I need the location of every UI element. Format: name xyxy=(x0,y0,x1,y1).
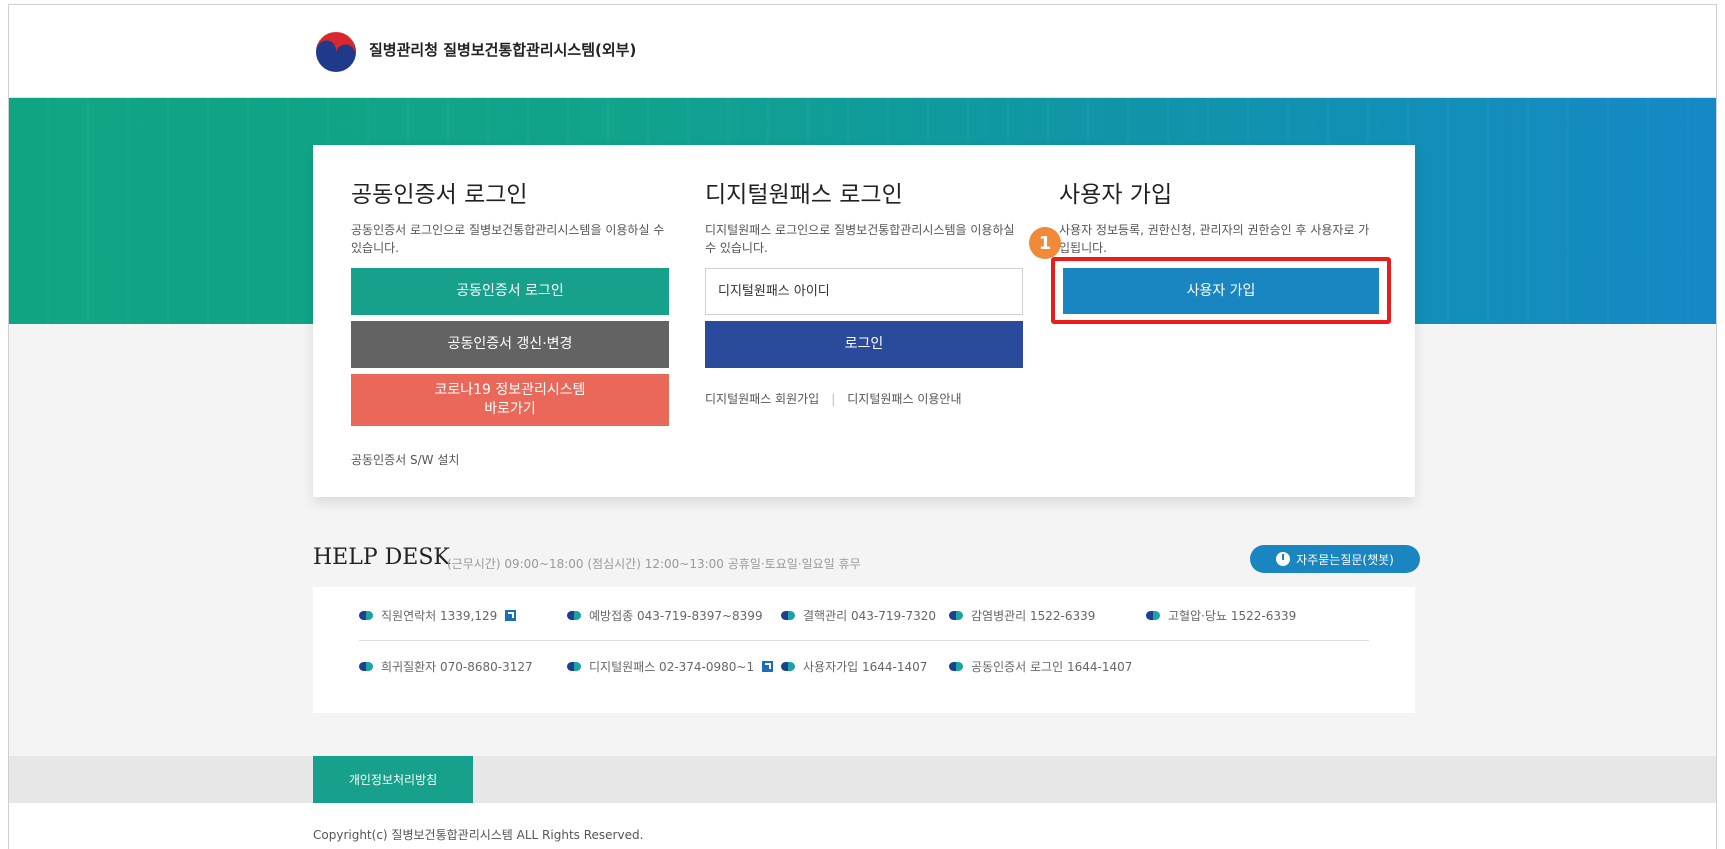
contact-label: 예방접종 043-719-8397~8399 xyxy=(589,609,763,623)
step-badge: 1 xyxy=(1029,227,1061,259)
digital-pass-links: 디지털원패스 회원가입 | 디지털원패스 이용안내 xyxy=(705,390,961,407)
privacy-policy-link[interactable]: 개인정보처리방침 xyxy=(313,756,473,803)
bullet-dot-icon xyxy=(1146,611,1160,620)
cert-login-desc: 공동인증서 로그인으로 질병보건통합관리시스템을 이용하실 수 있습니다. xyxy=(351,223,665,255)
bullet-dot-icon xyxy=(781,662,795,671)
site-header: 질병관리청 질병보건통합관리시스템(외부) xyxy=(9,5,1716,98)
contact-item[interactable]: 디지털원패스 02-374-0980~1 xyxy=(567,658,774,675)
cert-login-title: 공동인증서 로그인 xyxy=(351,182,528,208)
contact-label: 고혈압·당뇨 1522-6339 xyxy=(1168,609,1297,623)
contact-item: 고혈압·당뇨 1522-6339 xyxy=(1146,607,1296,624)
cert-renew-button[interactable]: 공동인증서 갱신·변경 xyxy=(351,321,669,368)
digital-pass-title: 디지털원패스 로그인 xyxy=(705,182,903,208)
digital-pass-section: 디지털원패스 로그인 디지털원패스 로그인으로 질병보건통합관리시스템을 이용하… xyxy=(705,145,1023,497)
digital-pass-guide-link[interactable]: 디지털원패스 이용안내 xyxy=(847,392,961,406)
contact-item: 사용자가입 1644-1407 xyxy=(781,658,927,675)
digital-pass-id-input[interactable] xyxy=(705,268,1023,315)
contact-item: 감염병관리 1522-6339 xyxy=(949,607,1095,624)
chatbot-faq-button[interactable]: 자주묻는질문(챗봇) xyxy=(1250,545,1420,573)
covid-button-line1: 코로나19 정보관리시스템 xyxy=(434,382,586,398)
browser-viewport: 질병관리청 질병보건통합관리시스템(외부) 공동인증서 로그인 공동인증서 로그… xyxy=(8,4,1717,849)
contact-label: 사용자가입 1644-1407 xyxy=(803,660,928,674)
digital-pass-login-button[interactable]: 로그인 xyxy=(705,321,1023,368)
bullet-dot-icon xyxy=(781,611,795,620)
site-title[interactable]: 질병관리청 질병보건통합관리시스템(외부) xyxy=(369,39,636,60)
contact-item: 희귀질환자 070-8680-3127 xyxy=(359,658,533,675)
cert-login-section: 공동인증서 로그인 공동인증서 로그인으로 질병보건통합관리시스템을 이용하실 … xyxy=(351,145,669,497)
bullet-dot-icon xyxy=(359,662,373,671)
contact-item[interactable]: 직원연락처 1339,129 xyxy=(359,607,517,624)
bullet-dot-icon xyxy=(567,662,581,671)
help-desk-title: HELP DESK xyxy=(313,545,450,570)
cert-sw-install-link[interactable]: 공동인증서 S/W 설치 xyxy=(351,451,459,468)
contact-label: 결핵관리 043-719-7320 xyxy=(803,609,936,623)
bullet-dot-icon xyxy=(567,611,581,620)
footer-band xyxy=(9,756,1716,803)
signup-button[interactable]: 사용자 가입 xyxy=(1063,268,1379,314)
contact-item: 공동인증서 로그인 1644-1407 xyxy=(949,658,1132,675)
covid-system-button[interactable]: 코로나19 정보관리시스템 바로가기 xyxy=(351,374,669,426)
covid-button-line2: 바로가기 xyxy=(484,401,536,417)
digital-pass-join-link[interactable]: 디지털원패스 회원가입 xyxy=(705,392,819,406)
signup-title: 사용자 가입 xyxy=(1059,182,1173,208)
contact-row-1: 직원연락처 1339,129 예방접종 043-719-8397~8399 결핵… xyxy=(359,591,1369,641)
help-desk-hours: (근무시간) 09:00~18:00 (점심시간) 12:00~13:00 공휴… xyxy=(447,557,861,571)
signup-desc: 사용자 정보등록, 권한신청, 관리자의 권한승인 후 사용자로 가입됩니다. xyxy=(1059,223,1370,255)
copyright-text: Copyright(c) 질병보건통합관리시스템 ALL Rights Rese… xyxy=(313,828,644,842)
contact-label: 공동인증서 로그인 1644-1407 xyxy=(971,660,1133,674)
external-link-icon[interactable] xyxy=(762,661,774,672)
external-link-icon[interactable] xyxy=(505,610,517,621)
bullet-dot-icon xyxy=(359,611,373,620)
cert-login-button[interactable]: 공동인증서 로그인 xyxy=(351,268,669,315)
site-footer: 개인정보처리방침 Copyright(c) 질병보건통합관리시스템 ALL Ri… xyxy=(9,756,1716,849)
contact-item: 예방접종 043-719-8397~8399 xyxy=(567,607,763,624)
chatbot-label: 자주묻는질문(챗봇) xyxy=(1296,552,1394,567)
help-desk-contacts: 직원연락처 1339,129 예방접종 043-719-8397~8399 결핵… xyxy=(313,587,1415,713)
contact-label: 디지털원패스 02-374-0980~1 xyxy=(589,660,755,674)
bullet-dot-icon xyxy=(949,662,963,671)
chatbot-icon xyxy=(1276,552,1291,566)
contact-label: 직원연락처 1339,129 xyxy=(381,609,498,623)
digital-pass-desc: 디지털원패스 로그인으로 질병보건통합관리시스템을 이용하실수 있습니다. xyxy=(705,223,1015,255)
login-card: 공동인증서 로그인 공동인증서 로그인으로 질병보건통합관리시스템을 이용하실 … xyxy=(313,145,1415,497)
contact-row-2: 희귀질환자 070-8680-3127 디지털원패스 02-374-0980~1… xyxy=(359,642,1369,692)
kdca-logo-icon[interactable] xyxy=(313,29,359,75)
bullet-dot-icon xyxy=(949,611,963,620)
contact-label: 희귀질환자 070-8680-3127 xyxy=(381,660,533,674)
contact-label: 감염병관리 1522-6339 xyxy=(971,609,1096,623)
link-separator: | xyxy=(831,392,836,406)
signup-section: 사용자 가입 사용자 정보등록, 권한신청, 관리자의 권한승인 후 사용자로 … xyxy=(1029,145,1391,497)
contact-item: 결핵관리 043-719-7320 xyxy=(781,607,936,624)
